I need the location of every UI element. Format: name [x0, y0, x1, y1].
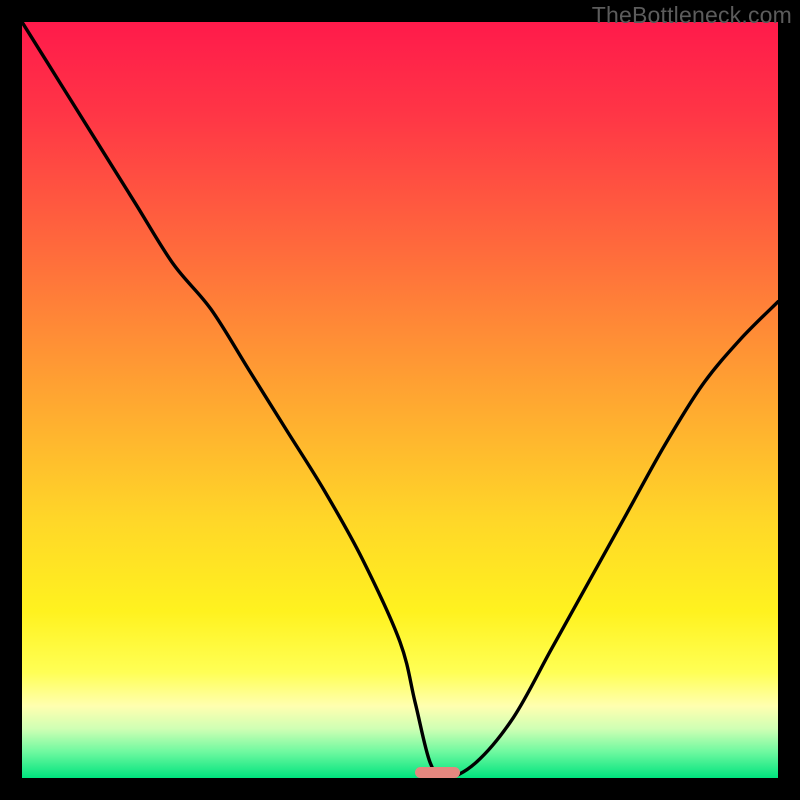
plot-area: [22, 22, 778, 778]
bottleneck-curve: [22, 22, 778, 778]
watermark-text: TheBottleneck.com: [592, 2, 792, 29]
optimal-marker: [415, 767, 460, 778]
chart-frame: TheBottleneck.com: [0, 0, 800, 800]
